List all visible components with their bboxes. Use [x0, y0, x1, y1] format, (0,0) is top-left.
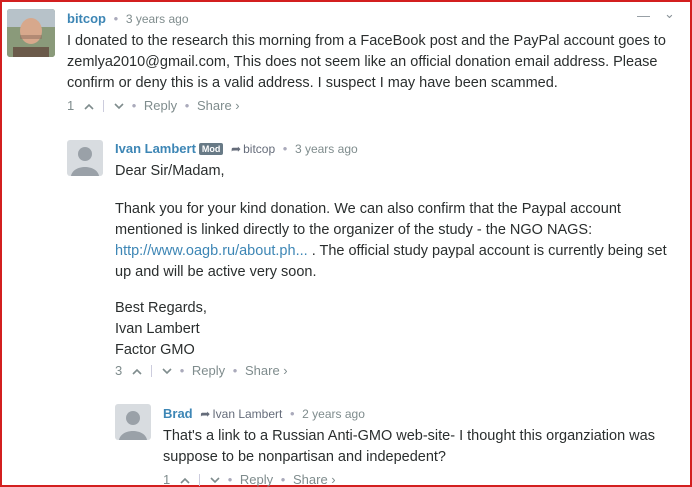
author-name[interactable]: Ivan Lambert	[115, 141, 196, 156]
comment-header: Brad ➦ Ivan Lambert • 2 years ago	[163, 406, 365, 421]
downvote-icon[interactable]	[210, 472, 220, 487]
comment-header: bitcop • 3 years ago	[67, 11, 189, 26]
parent-author[interactable]: Ivan Lambert	[212, 407, 282, 421]
share-button[interactable]: Share ›	[245, 363, 288, 378]
comment-footer: 1 • Reply • Share ›	[67, 98, 240, 114]
signature-line: Best Regards,	[115, 300, 207, 316]
avatar-brad[interactable]	[115, 404, 151, 440]
reply-arrow-icon: ➦	[200, 407, 211, 421]
reply-arrow-icon: ➦	[231, 142, 242, 156]
reply-button[interactable]: Reply	[240, 472, 273, 487]
reply-button[interactable]: Reply	[192, 363, 225, 378]
comment-footer: 3 • Reply • Share ›	[115, 363, 288, 379]
chevron-down-icon[interactable]: ⌄	[664, 6, 675, 22]
timestamp[interactable]: 3 years ago	[295, 142, 358, 156]
comment-header: Ivan Lambert Mod ➦ bitcop • 3 years ago	[115, 141, 358, 156]
share-button[interactable]: Share ›	[293, 472, 336, 487]
parent-author[interactable]: bitcop	[243, 142, 275, 156]
signature-line: Ivan Lambert	[115, 321, 200, 337]
comment-text: I donated to the research this morning f…	[67, 33, 666, 91]
link-oagb[interactable]: http://www.oagb.ru/about.ph...	[115, 243, 308, 259]
avatar-bitcop[interactable]	[7, 9, 55, 57]
timestamp[interactable]: 3 years ago	[126, 12, 189, 26]
downvote-icon[interactable]	[162, 363, 172, 378]
vote-count: 1	[67, 98, 75, 114]
timestamp[interactable]: 2 years ago	[302, 407, 365, 421]
signature-line: Factor GMO	[115, 342, 195, 358]
avatar-ivan-lambert[interactable]	[67, 140, 103, 176]
author-name[interactable]: bitcop	[67, 11, 106, 26]
moderator-badge: Mod	[198, 143, 224, 155]
collapse-button[interactable]: —	[637, 8, 650, 23]
author-name[interactable]: Brad	[163, 406, 193, 421]
downvote-icon[interactable]	[114, 98, 124, 113]
vote-count: 1	[163, 472, 171, 487]
share-button[interactable]: Share ›	[197, 98, 240, 113]
upvote-icon[interactable]	[180, 472, 190, 487]
reply-button[interactable]: Reply	[144, 98, 177, 113]
comment-footer: 1 • Reply • Share ›	[163, 472, 336, 487]
vote-count: 3	[115, 363, 123, 379]
comment-text: That's a link to a Russian Anti-GMO web-…	[163, 428, 655, 465]
upvote-icon[interactable]	[132, 363, 142, 378]
greeting: Dear Sir/Madam,	[115, 163, 225, 179]
paragraph-text: Thank you for your kind donation. We can…	[115, 201, 621, 238]
upvote-icon[interactable]	[84, 98, 94, 113]
comment-text: Dear Sir/Madam, Thank you for your kind …	[115, 161, 675, 361]
